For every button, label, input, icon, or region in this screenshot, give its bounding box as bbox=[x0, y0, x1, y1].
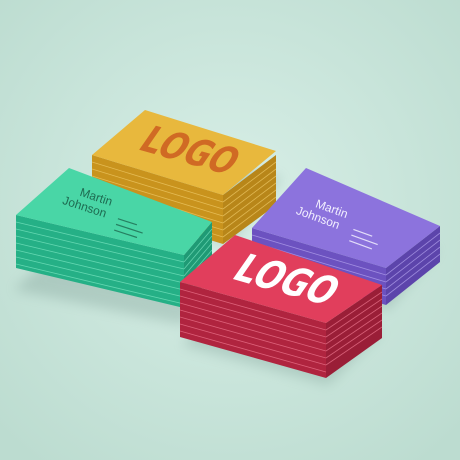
scene-illustration: LOGO Martin Johnson Martin Johnson LOGO bbox=[0, 0, 460, 460]
scene: LOGO Martin Johnson Martin Johnson LOGO bbox=[0, 0, 460, 460]
